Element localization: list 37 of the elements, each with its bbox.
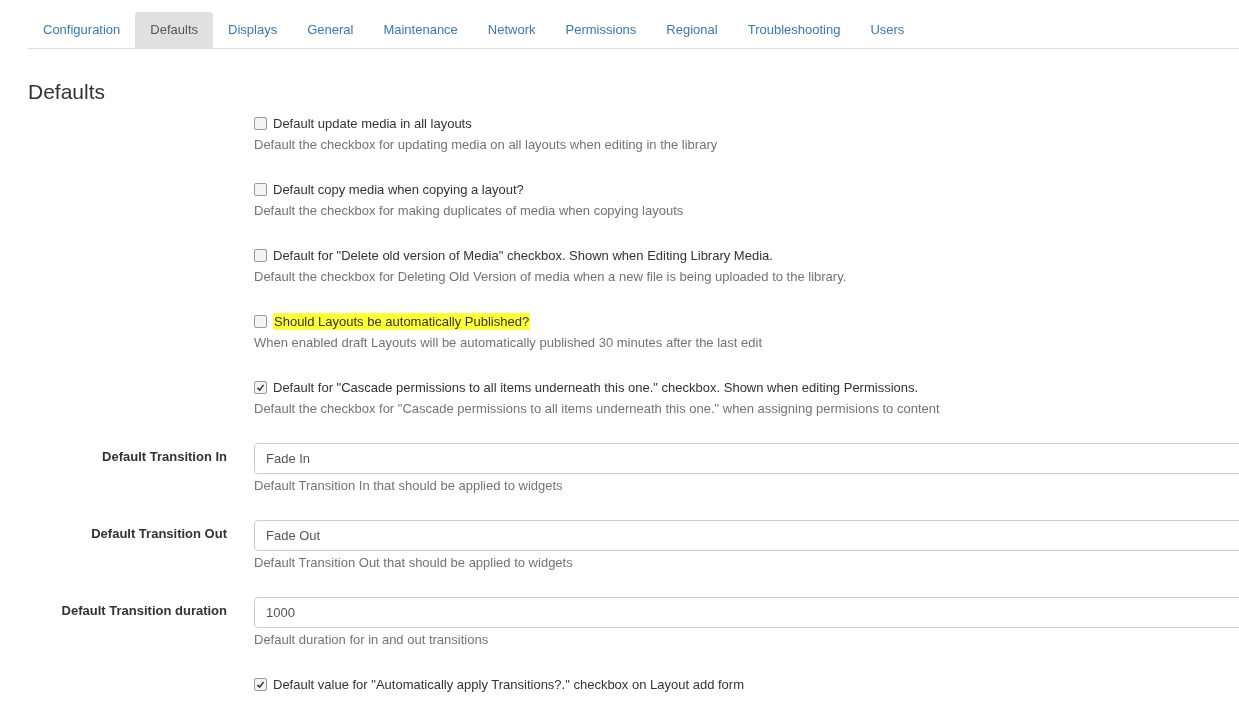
checkbox-label: Default for "Delete old version of Media" checkbox. Shown when Editing Library Media. bbox=[273, 247, 773, 263]
field-label: Default Transition In bbox=[102, 449, 227, 464]
help-text: Default Transition Out that should be applied to widgets bbox=[254, 554, 574, 572]
help-text: Default the checkbox for updating media on all layouts when editing in the library bbox=[254, 136, 719, 154]
checkbox[interactable] bbox=[254, 182, 267, 196]
help-text: When enabled draft Layouts will be automatically published 30 minutes after the last edit bbox=[254, 334, 763, 352]
input-field[interactable]: Fade In bbox=[254, 443, 1239, 474]
checkbox[interactable] bbox=[254, 248, 267, 262]
settings-tab[interactable]: Permissions bbox=[550, 12, 652, 48]
help-text: Default duration for in and out transitions bbox=[254, 631, 490, 649]
input-field[interactable]: 1000 bbox=[254, 597, 1239, 628]
help-text: Default Transition In that should be applied to widgets bbox=[254, 477, 564, 495]
checkbox-label: Default copy media when copying a layout? bbox=[273, 181, 524, 197]
settings-tab[interactable]: Displays bbox=[213, 12, 293, 48]
checkbox-label: Should Layouts be automatically Published? bbox=[273, 312, 531, 330]
settings-tab[interactable]: Configuration bbox=[28, 12, 136, 48]
help-text: Default the checkbox for making duplicates of media when copying layouts bbox=[254, 202, 685, 220]
checkbox[interactable] bbox=[254, 380, 267, 394]
input-field[interactable]: Fade Out bbox=[254, 520, 1239, 551]
page-heading: Defaults bbox=[28, 80, 107, 104]
field-label: Default Transition duration bbox=[61, 603, 227, 618]
checkbox[interactable] bbox=[254, 314, 267, 328]
help-text: Default the checkbox for Deleting Old Version of media when a new file is being uploaded to the library. bbox=[254, 268, 848, 286]
settings-tab[interactable]: Maintenance bbox=[368, 12, 473, 48]
help-text: Default the checkbox for "Cascade permissions to all items underneath this one." when assigning permisions to content bbox=[254, 400, 941, 418]
checkbox[interactable] bbox=[254, 116, 267, 130]
settings-tab[interactable]: Network bbox=[472, 12, 551, 48]
checkbox[interactable] bbox=[254, 677, 267, 691]
settings-tab[interactable]: Defaults bbox=[135, 12, 214, 48]
checkbox-label: Default value for "Automatically apply Transitions?." checkbox on Layout add form bbox=[273, 676, 744, 692]
field-label: Default Transition Out bbox=[91, 526, 227, 541]
settings-tab[interactable]: General bbox=[292, 12, 369, 48]
settings-tab[interactable]: Users bbox=[855, 12, 920, 48]
checkbox-label: Default for "Cascade permissions to all items underneath this one." checkbox. Shown when editing Permissions. bbox=[273, 379, 919, 395]
settings-tab[interactable]: Troubleshooting bbox=[732, 12, 856, 48]
checkbox-label: Default update media in all layouts bbox=[273, 115, 472, 131]
settings-tab[interactable]: Regional bbox=[651, 12, 733, 48]
